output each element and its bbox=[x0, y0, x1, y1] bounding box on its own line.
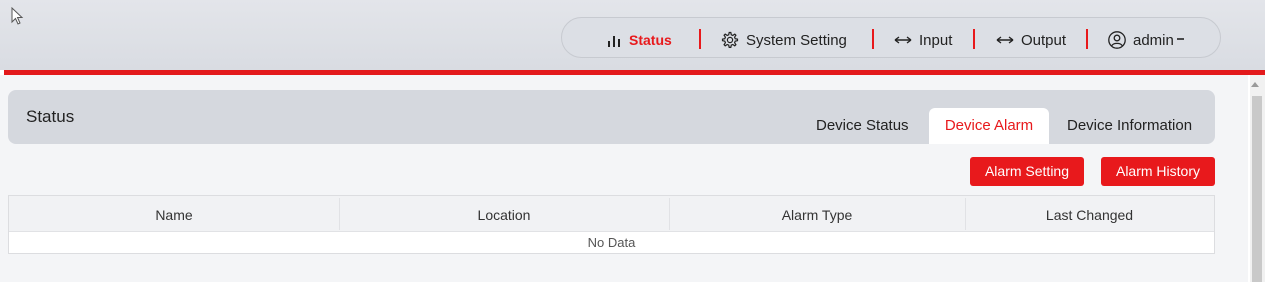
gear-icon bbox=[721, 31, 739, 48]
nav-input[interactable]: Input bbox=[893, 30, 952, 50]
nav-user-label: admin bbox=[1133, 31, 1174, 49]
column-header-location[interactable]: Location bbox=[339, 207, 669, 223]
nav-input-label: Input bbox=[919, 31, 953, 49]
tab-device-status[interactable]: Device Status bbox=[816, 117, 909, 134]
column-header-name[interactable]: Name bbox=[9, 207, 339, 223]
nav-separator bbox=[973, 29, 975, 49]
nav-output-label: Output bbox=[1021, 31, 1067, 49]
bar-chart-icon bbox=[608, 36, 620, 47]
page-title: Status bbox=[26, 107, 75, 126]
caret-down-icon bbox=[1176, 38, 1184, 40]
double-arrow-icon bbox=[894, 36, 912, 44]
user-circle-icon bbox=[1108, 31, 1126, 49]
nav-separator bbox=[699, 29, 701, 49]
alarm-history-button[interactable]: Alarm History bbox=[1101, 157, 1215, 186]
tab-device-information[interactable]: Device Information bbox=[1067, 117, 1192, 134]
nav-user-menu[interactable]: admin bbox=[1107, 30, 1186, 50]
column-header-alarm-type[interactable]: Alarm Type bbox=[669, 207, 965, 223]
alarm-setting-button[interactable]: Alarm Setting bbox=[970, 157, 1084, 186]
nav-status[interactable]: Status bbox=[607, 30, 672, 50]
double-arrow-icon bbox=[996, 36, 1014, 44]
mouse-cursor-icon bbox=[11, 7, 24, 25]
scrollbar-thumb[interactable] bbox=[1252, 96, 1262, 282]
nav-status-label: Status bbox=[629, 32, 672, 48]
empty-table-message: No Data bbox=[587, 235, 636, 250]
column-header-last-changed[interactable]: Last Changed bbox=[965, 207, 1214, 223]
nav-separator bbox=[872, 29, 874, 49]
tab-device-alarm[interactable]: Device Alarm bbox=[929, 108, 1049, 144]
nav-output[interactable]: Output bbox=[995, 30, 1066, 50]
nav-system-setting[interactable]: System Setting bbox=[720, 30, 847, 50]
scroll-up-icon[interactable] bbox=[1251, 82, 1259, 87]
nav-separator bbox=[1086, 29, 1088, 49]
nav-system-setting-label: System Setting bbox=[746, 31, 847, 49]
